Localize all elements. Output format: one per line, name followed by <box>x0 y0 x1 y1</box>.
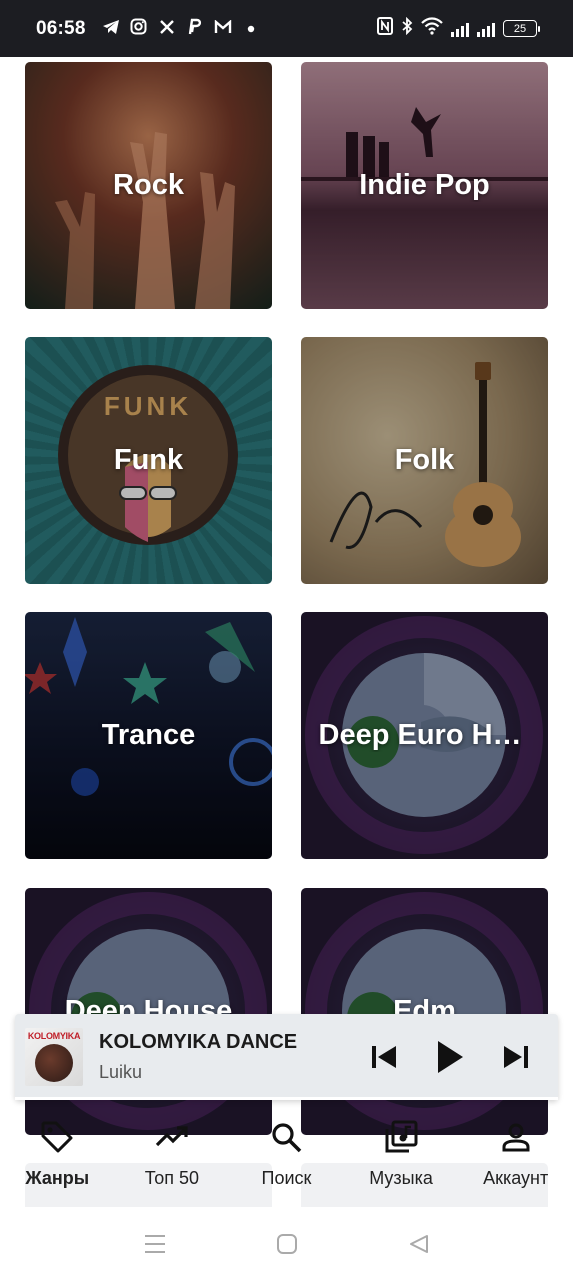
previous-button[interactable] <box>370 1044 398 1070</box>
tag-icon <box>41 1121 73 1153</box>
track-info[interactable]: KOLOMYIKA DANCE Luiku <box>99 1031 314 1083</box>
system-back-button[interactable] <box>407 1232 431 1256</box>
nav-item-top50[interactable]: Топ 50 <box>117 1120 227 1189</box>
nav-label: Топ 50 <box>144 1168 200 1188</box>
notification-icons <box>102 18 260 39</box>
genre-label: Indie Pop <box>359 169 490 201</box>
play-icon <box>438 1041 463 1073</box>
bottom-navigation: Жанры Топ 50 Поиск Музыка Аккаунт <box>0 1100 573 1208</box>
nav-label: Музыка <box>369 1168 433 1188</box>
genre-tile-funk[interactable]: FUNK Funk <box>25 337 272 584</box>
music-library-icon <box>385 1120 418 1153</box>
nav-item-search[interactable]: Поиск <box>231 1120 341 1189</box>
bluetooth-icon <box>401 16 413 40</box>
instagram-icon <box>130 18 148 39</box>
system-home-button[interactable] <box>275 1232 299 1256</box>
clock: 06:58 <box>36 17 86 39</box>
paypal-icon <box>186 18 204 39</box>
genre-label: Funk <box>113 444 184 476</box>
status-bar: 06:58 25 <box>0 0 573 57</box>
next-button[interactable] <box>502 1044 530 1070</box>
telegram-icon <box>102 19 120 39</box>
home-icon <box>276 1234 297 1254</box>
genre-label: Deep Euro House <box>318 719 535 751</box>
account-icon <box>502 1123 530 1152</box>
genre-tile-rock[interactable]: Rock <box>25 62 272 309</box>
wifi-icon <box>421 17 443 40</box>
x-icon <box>158 19 176 39</box>
player-controls <box>370 1040 548 1074</box>
genre-label: Folk <box>394 444 455 476</box>
nav-label: Жанры <box>25 1168 90 1188</box>
system-status: 25 <box>377 16 540 40</box>
track-artist: Luiku <box>99 1062 143 1082</box>
genre-tile-indie-pop[interactable]: Indie Pop <box>301 62 548 309</box>
mini-player[interactable]: KOLOMYIKA KOLOMYIKA DANCE Luiku <box>15 1014 558 1100</box>
gmail-icon <box>214 18 232 38</box>
genre-label: Rock <box>113 169 184 201</box>
nav-item-genres[interactable]: Жанры <box>2 1120 112 1189</box>
album-cover: KOLOMYIKA <box>25 1028 83 1086</box>
nav-item-account[interactable]: Аккаунт <box>461 1120 571 1189</box>
nfc-icon <box>377 17 393 40</box>
play-button[interactable] <box>436 1040 464 1074</box>
trending-up-icon <box>155 1126 188 1147</box>
nav-item-music[interactable]: Музыка <box>346 1120 456 1189</box>
track-title: KOLOMYIKA DANCE <box>99 1031 298 1053</box>
menu-icon <box>144 1235 165 1253</box>
genre-tile-folk[interactable]: Folk <box>301 337 548 584</box>
nav-label: Аккаунт <box>483 1168 549 1188</box>
system-menu-button[interactable] <box>143 1232 167 1256</box>
genre-label: Trance <box>101 719 196 751</box>
search-icon <box>272 1123 302 1153</box>
signal-icon <box>477 21 495 37</box>
genre-tile-deep-euro-house[interactable]: Deep Euro House <box>301 612 548 859</box>
skip-previous-icon <box>372 1046 396 1068</box>
skip-next-icon <box>504 1046 528 1068</box>
dot-icon <box>242 20 260 37</box>
system-navigation <box>0 1208 573 1280</box>
signal-icon <box>451 21 469 37</box>
genre-tile-trance[interactable]: Trance <box>25 612 272 859</box>
back-icon <box>409 1235 428 1253</box>
battery-indicator: 25 <box>503 20 540 37</box>
cover-title: KOLOMYIKA <box>27 1031 81 1041</box>
nav-label: Поиск <box>261 1168 312 1188</box>
